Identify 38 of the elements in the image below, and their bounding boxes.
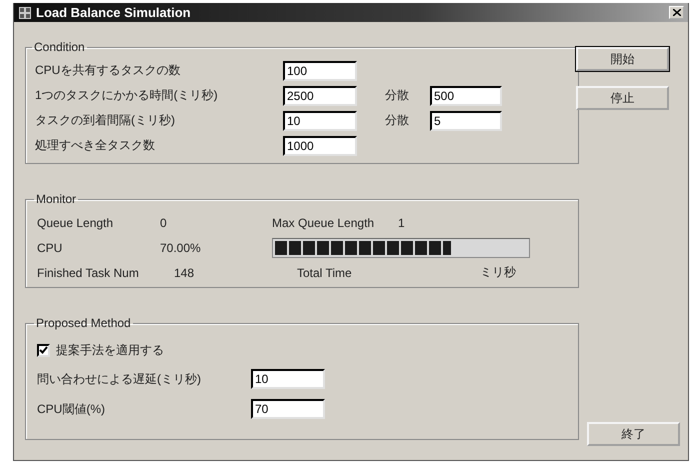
checkbox[interactable] bbox=[37, 344, 50, 356]
max-queue-length-value: 1 bbox=[398, 216, 405, 230]
variance-field[interactable]: 500 bbox=[430, 86, 502, 106]
variance-field[interactable]: 5 bbox=[430, 110, 502, 130]
cpu-label: CPU bbox=[37, 240, 64, 254]
group-title: Condition bbox=[33, 40, 86, 54]
input-field[interactable]: 70 bbox=[251, 399, 325, 419]
field-label: 処理すべき全タスク数 bbox=[35, 137, 156, 154]
max-queue-length-label: Max Queue Length bbox=[272, 216, 376, 230]
variance-label: 分散 bbox=[385, 112, 410, 129]
app-icon bbox=[18, 6, 32, 20]
field-label: 問い合わせによる遅延(ミリ秒) bbox=[37, 370, 202, 388]
queue-length-label: Queue Length bbox=[37, 216, 114, 230]
input-field[interactable]: 100 bbox=[283, 60, 357, 80]
close-button[interactable] bbox=[669, 6, 684, 19]
cpu-value: 70.00% bbox=[160, 240, 202, 254]
field-label: 1つのタスクにかかる時間(ミリ秒) bbox=[35, 87, 219, 104]
checkbox-label[interactable]: 提案手法を適用する bbox=[56, 342, 164, 358]
total-time-label: Total Time bbox=[297, 266, 353, 280]
window-title: Load Balance Simulation bbox=[36, 5, 191, 20]
queue-length-value: 0 bbox=[160, 216, 168, 230]
input-field[interactable]: 10 bbox=[251, 369, 325, 389]
input-field[interactable]: 1000 bbox=[283, 136, 357, 156]
finished-task-value: 148 bbox=[174, 266, 196, 280]
exit-button[interactable]: 終了 bbox=[587, 422, 680, 446]
finished-task-label: Finished Task Num bbox=[37, 266, 140, 280]
action-button[interactable]: 停止 bbox=[576, 86, 669, 110]
unit-label: ミリ秒 bbox=[480, 264, 516, 281]
group-title: Proposed Method bbox=[35, 316, 132, 330]
group-title: Monitor bbox=[35, 192, 78, 206]
action-button[interactable]: 開始 bbox=[576, 47, 669, 71]
input-field[interactable]: 10 bbox=[283, 110, 357, 130]
field-label: タスクの到着間隔(ミリ秒) bbox=[35, 112, 176, 129]
variance-label: 分散 bbox=[385, 87, 410, 104]
field-label: CPUを共有するタスクの数 bbox=[35, 62, 182, 79]
close-icon bbox=[672, 9, 680, 16]
field-label: CPU閾値(%) bbox=[37, 400, 106, 418]
input-field[interactable]: 2500 bbox=[283, 86, 357, 106]
